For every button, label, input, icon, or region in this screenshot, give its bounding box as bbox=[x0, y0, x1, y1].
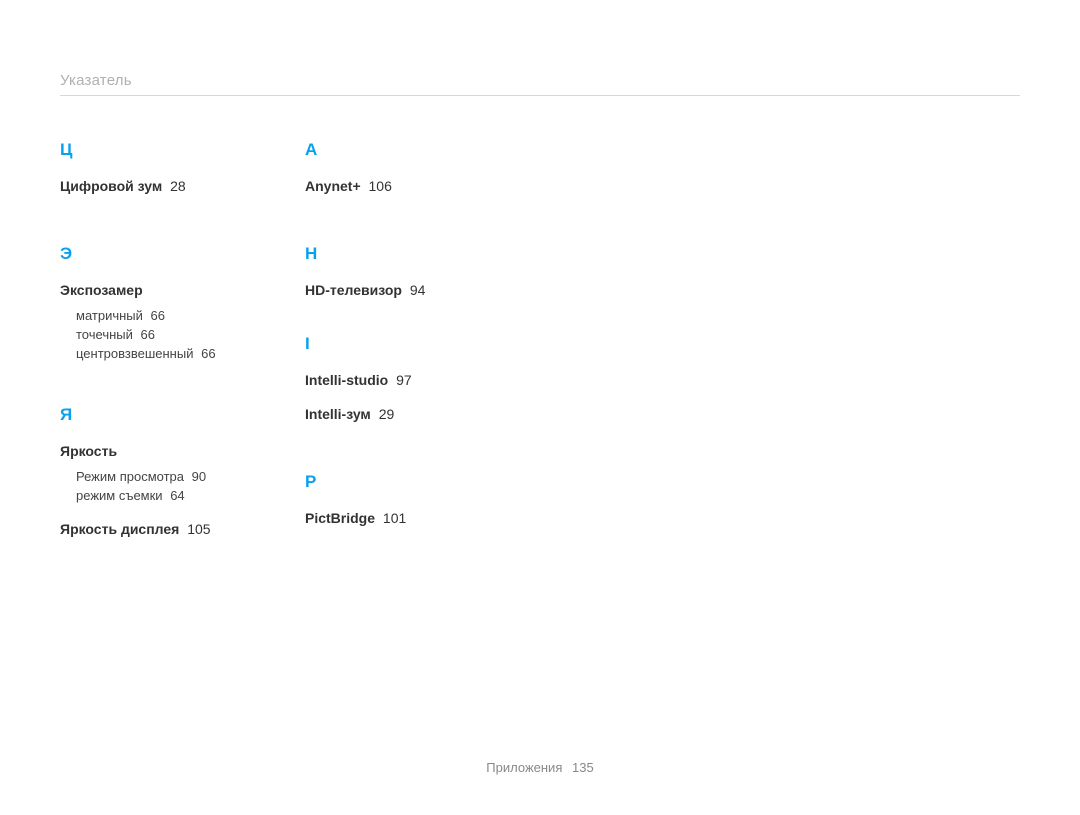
index-entry: Anynet+ 106 bbox=[305, 178, 530, 194]
index-term: Яркость дисплея bbox=[60, 521, 179, 537]
index-subentry: Режим просмотра 90 bbox=[76, 469, 285, 484]
footer-page-number: 135 bbox=[572, 760, 594, 775]
index-entry: Яркость дисплея 105 bbox=[60, 521, 285, 537]
index-term: Intelli-studio bbox=[305, 372, 388, 388]
index-page-ref: 94 bbox=[410, 282, 426, 298]
index-letter: A bbox=[305, 140, 530, 160]
index-page-ref: 66 bbox=[201, 346, 215, 361]
spacer bbox=[305, 204, 530, 244]
index-subterm: Режим просмотра bbox=[76, 469, 184, 484]
index-letter: Э bbox=[60, 244, 285, 264]
footer-section: Приложения bbox=[486, 760, 562, 775]
index-subterm: центровзвешенный bbox=[76, 346, 193, 361]
page-title: Указатель bbox=[60, 72, 1020, 96]
spacer bbox=[60, 204, 285, 244]
page-footer: Приложения 135 bbox=[0, 760, 1080, 775]
index-letter: Я bbox=[60, 405, 285, 425]
spacer bbox=[60, 365, 285, 405]
index-page-ref: 105 bbox=[187, 521, 210, 537]
index-column-1: Ц Цифровой зум 28 Э Экспозамер матричный… bbox=[60, 140, 305, 547]
index-entry: Цифровой зум 28 bbox=[60, 178, 285, 194]
index-page-ref: 90 bbox=[192, 469, 206, 484]
index-letter: I bbox=[305, 334, 530, 354]
index-entry: Intelli-зум 29 bbox=[305, 406, 530, 422]
index-page-ref: 64 bbox=[170, 488, 184, 503]
index-entry: Экспозамер bbox=[60, 282, 285, 298]
index-letter: Ц bbox=[60, 140, 285, 160]
spacer bbox=[305, 432, 530, 472]
index-term: Экспозамер bbox=[60, 282, 143, 298]
index-page-ref: 106 bbox=[369, 178, 392, 194]
spacer bbox=[305, 308, 530, 334]
index-term: HD-телевизор bbox=[305, 282, 402, 298]
index-subterm: матричный bbox=[76, 308, 143, 323]
index-letter: P bbox=[305, 472, 530, 492]
index-entry: HD-телевизор 94 bbox=[305, 282, 530, 298]
index-term: Цифровой зум bbox=[60, 178, 162, 194]
spacer bbox=[60, 507, 285, 521]
index-term: Intelli-зум bbox=[305, 406, 371, 422]
index-page-ref: 66 bbox=[151, 308, 165, 323]
index-subterm: точечный bbox=[76, 327, 133, 342]
index-page-ref: 28 bbox=[170, 178, 186, 194]
index-page-ref: 66 bbox=[141, 327, 155, 342]
index-entry: Intelli-studio 97 bbox=[305, 372, 530, 388]
index-entry: PictBridge 101 bbox=[305, 510, 530, 526]
index-page-ref: 29 bbox=[379, 406, 395, 422]
index-subentry: точечный 66 bbox=[76, 327, 285, 342]
index-entry: Яркость bbox=[60, 443, 285, 459]
index-term: PictBridge bbox=[305, 510, 375, 526]
spacer bbox=[305, 398, 530, 406]
index-page: Указатель Ц Цифровой зум 28 Э Экспозамер… bbox=[0, 0, 1080, 815]
index-subentry: режим съемки 64 bbox=[76, 488, 285, 503]
index-subterm: режим съемки bbox=[76, 488, 163, 503]
index-subentry: матричный 66 bbox=[76, 308, 285, 323]
index-term: Anynet+ bbox=[305, 178, 361, 194]
index-term: Яркость bbox=[60, 443, 117, 459]
index-column-2: A Anynet+ 106 H HD-телевизор 94 I Intell… bbox=[305, 140, 550, 547]
index-subentry: центровзвешенный 66 bbox=[76, 346, 285, 361]
index-letter: H bbox=[305, 244, 530, 264]
index-page-ref: 97 bbox=[396, 372, 412, 388]
index-columns: Ц Цифровой зум 28 Э Экспозамер матричный… bbox=[60, 140, 1020, 547]
index-page-ref: 101 bbox=[383, 510, 406, 526]
